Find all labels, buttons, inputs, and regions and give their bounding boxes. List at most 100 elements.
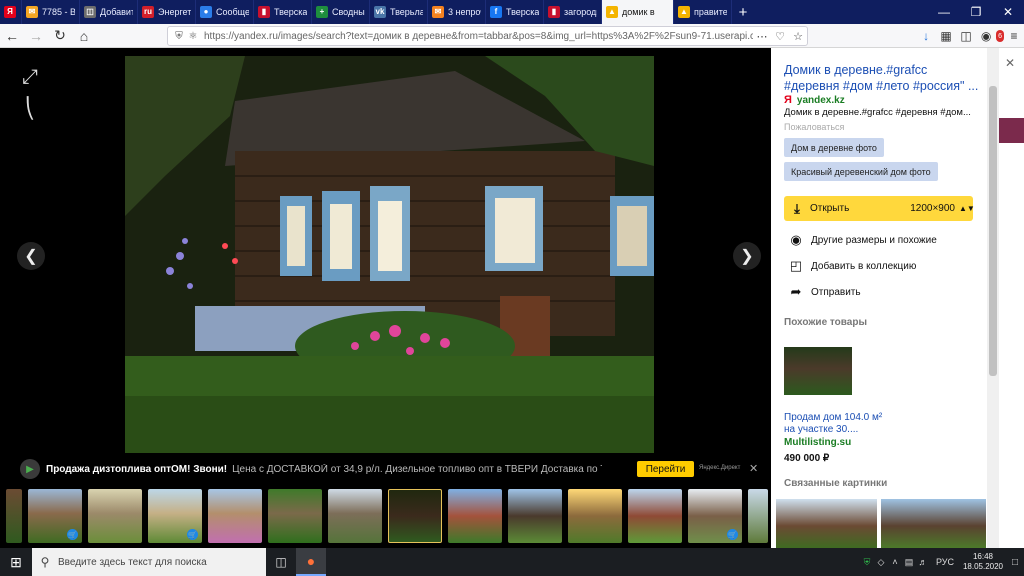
similar-products-heading: Похожие товары bbox=[784, 317, 868, 328]
url-text[interactable]: https://yandex.ru/images/search?text=дом… bbox=[204, 31, 753, 42]
browser-tab[interactable]: ru Энергетика bbox=[138, 0, 196, 24]
tag-button[interactable]: Дом в деревне фото bbox=[784, 138, 884, 157]
close-icon[interactable]: ✕ bbox=[749, 462, 758, 475]
task-view-icon[interactable]: ◫ bbox=[266, 548, 296, 576]
windows-start-icon[interactable]: ⊞ bbox=[0, 548, 32, 576]
tab-label: Добавить з bbox=[100, 7, 133, 17]
taskbar-search-box[interactable]: ⚲ Введите здесь текст для поиска bbox=[32, 548, 266, 576]
language-indicator[interactable]: РУС bbox=[936, 557, 954, 567]
chevron-updown-icon[interactable]: ▲▼ bbox=[959, 204, 975, 213]
related-image[interactable] bbox=[881, 499, 986, 548]
size-select[interactable]: 1200×900 bbox=[910, 203, 955, 214]
browser-tab[interactable]: ◫ Добавить з bbox=[80, 0, 138, 24]
minimize-icon[interactable]: — bbox=[928, 0, 960, 24]
thumbnail[interactable] bbox=[88, 489, 142, 543]
reload-icon[interactable]: ↻ bbox=[48, 24, 72, 48]
shield-icon[interactable]: ⛨ bbox=[860, 557, 874, 568]
more-icon[interactable]: ⋯ bbox=[753, 30, 771, 43]
shield-icon[interactable]: ⛨ bbox=[172, 31, 186, 42]
tab-label: домик в bbox=[622, 7, 655, 17]
browser-tab[interactable]: ▮ загородно bbox=[544, 0, 602, 24]
close-window-icon[interactable]: ✕ bbox=[992, 0, 1024, 24]
thumbnail[interactable] bbox=[328, 489, 382, 543]
back-icon[interactable]: ← bbox=[0, 24, 24, 48]
star-icon[interactable]: ☆ bbox=[789, 30, 807, 43]
restore-icon[interactable]: ❐ bbox=[960, 0, 992, 24]
notification-badge[interactable]: 6 bbox=[996, 30, 1004, 42]
thumbnail[interactable]: 🛒 bbox=[688, 489, 742, 543]
tag-button[interactable]: Красивый деревенский дом фото bbox=[784, 162, 938, 181]
clock[interactable]: 16:48 18.05.2020 bbox=[960, 552, 1006, 572]
related-image[interactable] bbox=[776, 499, 877, 548]
browser-tab[interactable]: ✉ 3 непрочи bbox=[428, 0, 486, 24]
browser-tab[interactable]: ▲ домик в bbox=[602, 0, 674, 24]
thumbnail[interactable] bbox=[748, 489, 768, 543]
complain-link[interactable]: Пожаловаться bbox=[784, 122, 844, 132]
tab-label: Тверская с bbox=[274, 7, 307, 17]
lock-icon[interactable]: ⚛ bbox=[186, 31, 200, 42]
next-image-button[interactable]: ❯ bbox=[733, 242, 761, 270]
add-to-collection-link[interactable]: ◰ Добавить в коллекцию bbox=[788, 258, 916, 274]
account-icon[interactable]: ◉ bbox=[976, 24, 996, 48]
main-image[interactable] bbox=[125, 56, 654, 453]
source-domain-link[interactable]: yandex.kz bbox=[797, 95, 845, 106]
thumbnail[interactable]: 🛒 bbox=[28, 489, 82, 543]
open-image-button[interactable]: ⤓ Открыть 1200×900 ▲▼ bbox=[784, 196, 975, 221]
download-icon[interactable]: ↓ bbox=[916, 24, 936, 48]
other-sizes-link[interactable]: ◉ Другие размеры и похожие bbox=[788, 232, 936, 248]
tab-label: 3 непрочи bbox=[448, 7, 481, 17]
tray-app-icon[interactable]: ◇ bbox=[874, 557, 888, 568]
new-tab-icon[interactable]: + bbox=[732, 0, 754, 24]
right-edge: ✕ bbox=[999, 48, 1024, 548]
cart-icon: 🛒 bbox=[727, 529, 738, 540]
ad-go-button[interactable]: Перейти bbox=[637, 461, 694, 477]
scrollbar-thumb[interactable] bbox=[989, 86, 997, 376]
browser-tab[interactable]: ● Сообщения bbox=[196, 0, 254, 24]
notifications-icon[interactable]: □ bbox=[1006, 557, 1024, 568]
browser-tab[interactable]: + Сводный с bbox=[312, 0, 370, 24]
ad-label: Яндекс.Директ bbox=[699, 465, 741, 471]
chevron-up-icon[interactable]: ˄ bbox=[888, 557, 902, 567]
action-label: Отправить bbox=[811, 286, 861, 298]
address-bar[interactable]: ⛨ ⚛ https://yandex.ru/images/search?text… bbox=[167, 26, 808, 46]
thumbnail-selected[interactable] bbox=[388, 489, 442, 543]
tab-label: Тверская Ж bbox=[506, 7, 539, 17]
browser-tab[interactable]: ▲ правительс bbox=[674, 0, 732, 24]
panel-scrollbar[interactable] bbox=[987, 48, 999, 548]
download-icon: ⤓ bbox=[794, 200, 800, 216]
thumbnail[interactable] bbox=[208, 489, 262, 543]
crop-icon[interactable]: ⎝ bbox=[17, 95, 43, 121]
browser-tab[interactable]: f Тверская Ж bbox=[486, 0, 544, 24]
product-site-link[interactable]: Multilisting.su bbox=[784, 437, 851, 448]
ad-arrow-icon[interactable]: ▶ bbox=[20, 459, 40, 479]
pocket-icon[interactable]: ♡ bbox=[771, 30, 789, 43]
product-title-link[interactable]: Продам дом 104.0 м² на участке 30.... bbox=[784, 412, 884, 436]
volume-icon[interactable]: ♬ bbox=[916, 557, 930, 567]
library-icon[interactable]: ▦ bbox=[936, 24, 956, 48]
thumbnail[interactable] bbox=[448, 489, 502, 543]
fullscreen-icon[interactable]: ⤢ bbox=[17, 64, 43, 90]
browser-tab[interactable]: ▮ Тверская с bbox=[254, 0, 312, 24]
home-icon[interactable]: ⌂ bbox=[72, 24, 96, 48]
ad-title[interactable]: Продажа дизтоплива оптОМ! Звони! bbox=[46, 464, 227, 475]
browser-tab[interactable]: Я bbox=[0, 0, 22, 24]
thumbnail[interactable] bbox=[508, 489, 562, 543]
thumbnail[interactable]: 🛒 bbox=[148, 489, 202, 543]
forward-icon[interactable]: → bbox=[24, 24, 48, 48]
prev-image-button[interactable]: ❮ bbox=[17, 242, 45, 270]
share-link[interactable]: ➦ Отправить bbox=[788, 284, 861, 300]
menu-icon[interactable]: ≡ bbox=[1004, 24, 1024, 48]
thumbnail[interactable] bbox=[268, 489, 322, 543]
thumbnail[interactable] bbox=[628, 489, 682, 543]
mail-icon: ✉ bbox=[26, 6, 38, 18]
browser-tab[interactable]: vk Тверьлайф bbox=[370, 0, 428, 24]
browser-tab[interactable]: ✉ 7785 - Входя bbox=[22, 0, 80, 24]
close-icon[interactable]: ✕ bbox=[1005, 56, 1015, 70]
product-image[interactable] bbox=[784, 347, 852, 395]
thumbnail[interactable] bbox=[6, 489, 22, 543]
thumbnail[interactable] bbox=[568, 489, 622, 543]
network-icon[interactable]: ▤ bbox=[902, 557, 916, 568]
sidebar-icon[interactable]: ◫ bbox=[956, 24, 976, 48]
firefox-icon[interactable]: ● bbox=[296, 548, 326, 576]
image-title-link[interactable]: Домик в деревне.#grafcc #деревня #дом #л… bbox=[784, 62, 980, 94]
